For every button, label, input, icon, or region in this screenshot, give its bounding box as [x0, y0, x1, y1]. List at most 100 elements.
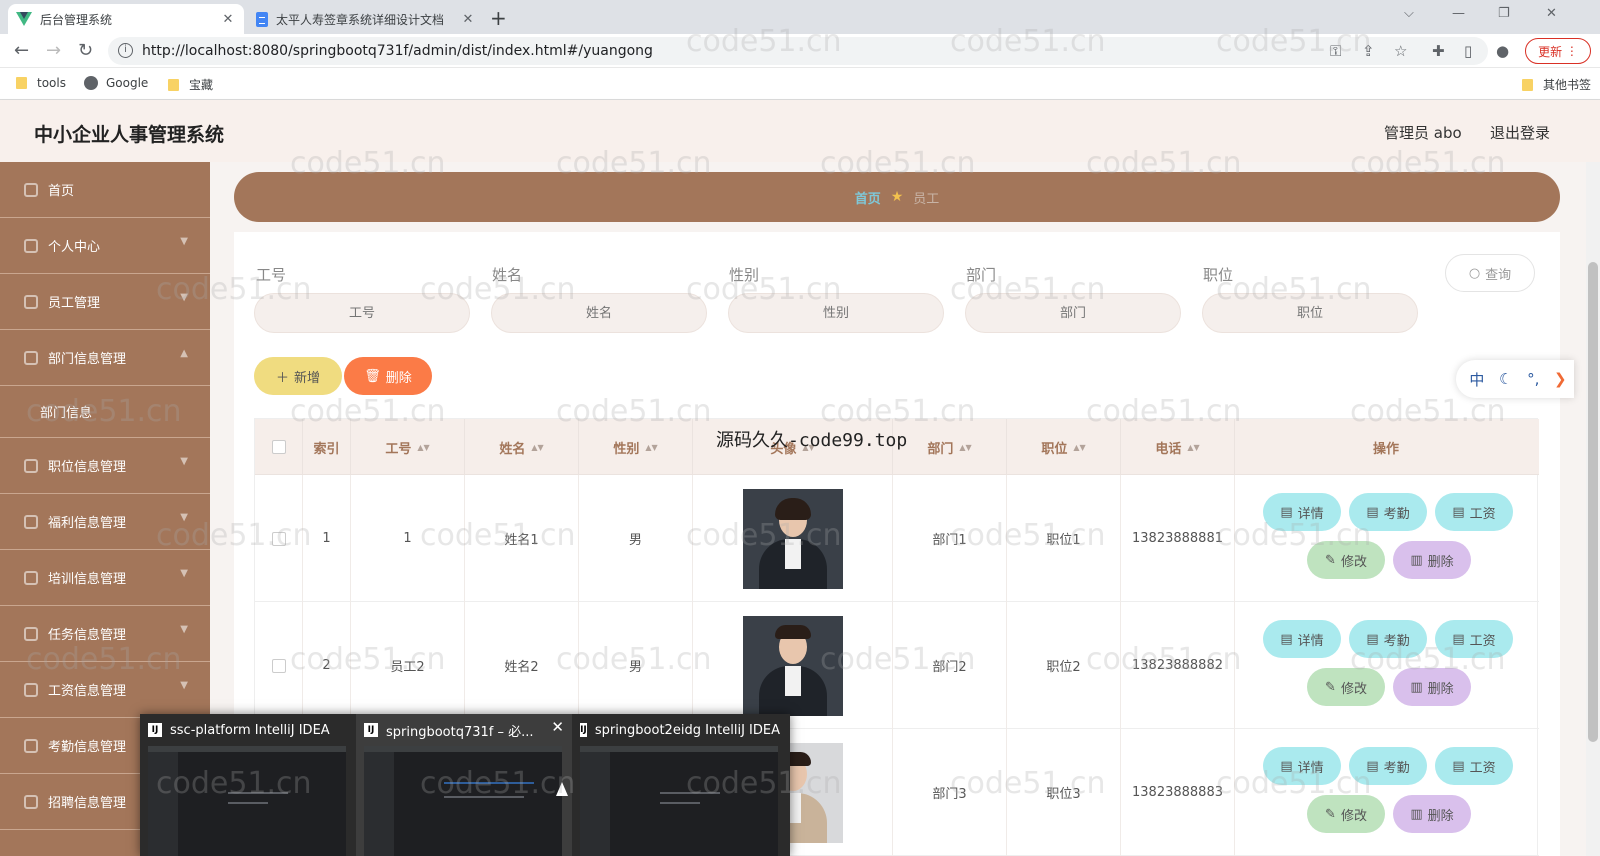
filter-name-input[interactable] — [491, 293, 707, 333]
training-icon — [24, 570, 38, 585]
dots-icon[interactable]: °, — [1527, 370, 1539, 388]
close-icon[interactable]: ✕ — [220, 12, 236, 27]
logout-link[interactable]: 退出登录 — [1490, 122, 1550, 143]
sidebar-item-employees[interactable]: 员工管理 ▼ — [0, 274, 210, 330]
salary-button[interactable]: ▤ 工资 — [1435, 620, 1513, 658]
sidebar-item-profile[interactable]: 个人中心 ▼ — [0, 218, 210, 274]
checkbox[interactable] — [271, 658, 286, 673]
mouse-cursor — [556, 782, 568, 796]
browser-tab-admin[interactable]: 后台管理系统 ✕ — [8, 4, 244, 34]
close-icon[interactable]: ✕ — [460, 12, 476, 27]
sidebar-item-departments[interactable]: 部门信息管理 ▲ — [0, 330, 210, 386]
update-button[interactable]: 更新 ⋮ — [1525, 38, 1591, 64]
filter-dept-input[interactable] — [965, 293, 1181, 333]
salary-button[interactable]: ▤ 工资 — [1435, 747, 1513, 785]
detail-button[interactable]: ▤ 详情 — [1263, 493, 1341, 531]
profile-icon[interactable]: ● — [1496, 42, 1509, 60]
sort-icon[interactable]: ▲▼ — [1073, 443, 1085, 452]
scrollbar[interactable] — [1586, 162, 1600, 856]
sidebar-item-welfare[interactable]: 福利信息管理 ▼ — [0, 494, 210, 550]
edit-button[interactable]: ✎ 修改 — [1307, 668, 1385, 706]
edit-icon: ✎ — [1325, 679, 1336, 695]
browser-tab-doc[interactable]: 太平人寿签章系统详细设计文档 ✕ — [248, 4, 484, 34]
row-delete-button[interactable]: ▥ 删除 — [1393, 541, 1471, 579]
avatar[interactable] — [742, 488, 843, 589]
folder-icon — [168, 78, 179, 91]
preview-window[interactable]: IJ springboot2eidg IntelliJ IDEA — [572, 714, 788, 856]
restore-icon[interactable]: ❐ — [1498, 6, 1510, 21]
filter-gender-input[interactable] — [728, 293, 944, 333]
sidepanel-icon[interactable]: ▯ — [1464, 42, 1472, 60]
tab-title: 后台管理系统 — [40, 12, 113, 27]
attendance-button[interactable]: ▤ 考勤 — [1349, 493, 1427, 531]
chevron-down-icon[interactable]: ⌵ — [1404, 6, 1414, 21]
edit-button[interactable]: ✎ 修改 — [1307, 541, 1385, 579]
filter-gonghao-input[interactable] — [254, 293, 470, 333]
row-select[interactable] — [255, 475, 303, 602]
bookmark-other[interactable]: 其他书签 — [1522, 76, 1591, 93]
bookmark-tools[interactable]: tools — [16, 76, 66, 90]
breadcrumb-home[interactable]: 首页 — [855, 188, 881, 207]
header-dept[interactable]: 部门 ▲▼ — [893, 419, 1007, 475]
reload-icon[interactable]: ↻ — [78, 40, 93, 61]
filter-position-input[interactable] — [1202, 293, 1418, 333]
search-icon: ○ — [1468, 265, 1481, 281]
header-gonghao[interactable]: 工号 ▲▼ — [351, 419, 465, 475]
doc-icon: ▤ — [1452, 504, 1465, 520]
attendance-button[interactable]: ▤ 考勤 — [1349, 747, 1427, 785]
moon-icon[interactable]: ☾ — [1499, 370, 1512, 388]
sort-icon[interactable]: ▲▼ — [1187, 443, 1199, 452]
doc-icon: ▤ — [1366, 758, 1379, 774]
star-icon[interactable]: ☆ — [1394, 42, 1407, 60]
bookmark-treasure[interactable]: 宝藏 — [168, 76, 213, 93]
checkbox[interactable] — [271, 531, 286, 546]
minimize-icon[interactable]: — — [1452, 6, 1465, 21]
header-select-all[interactable] — [255, 419, 303, 475]
share-icon[interactable]: ⇪ — [1362, 42, 1375, 60]
avatar[interactable] — [742, 615, 843, 716]
forward-icon[interactable]: → — [46, 40, 61, 61]
back-icon[interactable]: ← — [14, 40, 29, 61]
url-input[interactable]: i http://localhost:8080/springbootq731f/… — [108, 37, 1488, 65]
checkbox[interactable] — [271, 440, 286, 454]
header-name[interactable]: 姓名 ▲▼ — [465, 419, 579, 475]
sort-icon[interactable]: ▲▼ — [645, 443, 657, 452]
sort-icon[interactable]: ▲▼ — [417, 443, 429, 452]
info-icon[interactable]: i — [118, 43, 133, 58]
sidebar-item-home[interactable]: 首页 — [0, 162, 210, 218]
header-phone[interactable]: 电话 ▲▼ — [1121, 419, 1235, 475]
delete-button[interactable]: 🗑 删除 — [344, 357, 432, 395]
search-button[interactable]: ○ 查询 — [1445, 254, 1535, 292]
preview-window[interactable]: IJ springbootq731f – 必... ✕ — [356, 714, 572, 856]
close-icon[interactable]: ✕ — [551, 718, 564, 736]
salary-button[interactable]: ▤ 工资 — [1435, 493, 1513, 531]
sidebar-subitem-department-info[interactable]: 部门信息 — [0, 386, 210, 438]
header-gender[interactable]: 性别 ▲▼ — [579, 419, 693, 475]
row-select[interactable] — [255, 602, 303, 729]
sidebar-item-tasks[interactable]: 任务信息管理 ▼ — [0, 606, 210, 662]
preview-window[interactable]: IJ ssc-platform IntelliJ IDEA — [140, 714, 356, 856]
close-window-icon[interactable]: ✕ — [1546, 6, 1557, 21]
edit-button[interactable]: ✎ 修改 — [1307, 795, 1385, 833]
scrollbar-thumb[interactable] — [1588, 262, 1598, 742]
extensions-icon[interactable]: ✚ — [1432, 42, 1445, 60]
lang-toggle[interactable]: 中 — [1469, 369, 1484, 390]
new-tab-icon[interactable]: + — [490, 6, 507, 30]
sort-icon[interactable]: ▲▼ — [531, 443, 543, 452]
detail-button[interactable]: ▤ 详情 — [1263, 747, 1341, 785]
key-icon[interactable]: ⚿ — [1330, 42, 1341, 60]
bookmark-google[interactable]: Google — [84, 76, 148, 90]
sidebar-item-salary[interactable]: 工资信息管理 ▼ — [0, 662, 210, 718]
attendance-button[interactable]: ▤ 考勤 — [1349, 620, 1427, 658]
row-delete-button[interactable]: ▥ 删除 — [1393, 795, 1471, 833]
row-delete-button[interactable]: ▥ 删除 — [1393, 668, 1471, 706]
header-position[interactable]: 职位 ▲▼ — [1007, 419, 1121, 475]
add-button[interactable]: ＋新增 — [254, 357, 342, 395]
chevron-right-icon[interactable]: ❯ — [1554, 370, 1567, 388]
home-icon — [24, 182, 38, 197]
sidebar-item-training[interactable]: 培训信息管理 ▼ — [0, 550, 210, 606]
sort-icon[interactable]: ▲▼ — [959, 443, 971, 452]
detail-button[interactable]: ▤ 详情 — [1263, 620, 1341, 658]
table-row: 1 1 姓名1 男 部门1 职位1 13823888881 ▤ 详情 ▤ 考勤 ▤ 工… — [255, 475, 1539, 602]
sidebar-item-positions[interactable]: 职位信息管理 ▼ — [0, 438, 210, 494]
